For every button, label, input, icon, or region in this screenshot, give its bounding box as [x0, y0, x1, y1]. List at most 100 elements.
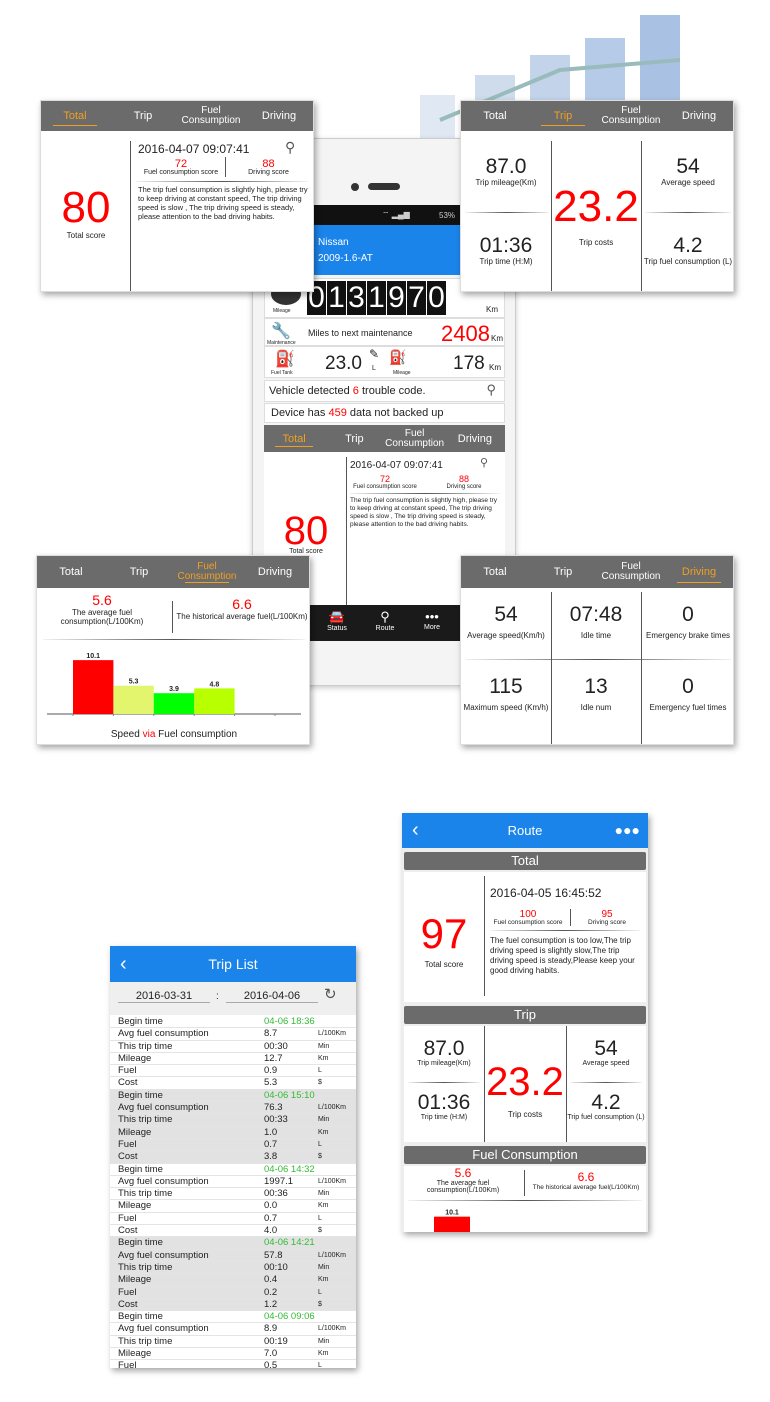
route-pin-icon: ⚲	[380, 609, 390, 624]
trip-list-row[interactable]: This trip time 00:33 Min	[110, 1114, 356, 1127]
tab-total[interactable]: Total	[461, 556, 529, 588]
tab-driving[interactable]: Driving	[241, 556, 309, 588]
trip-list-row[interactable]: This trip time 00:30 Min	[110, 1041, 356, 1053]
trip-list-row[interactable]: Fuel 0.9 L	[110, 1065, 356, 1078]
range-fuel-icon: ⛽	[389, 349, 407, 365]
trip-list-row[interactable]: Fuel 0.7 L	[110, 1213, 356, 1226]
bar	[434, 1216, 470, 1232]
bar-value-label: 10.1	[445, 1210, 459, 1217]
section-trip: Trip	[404, 1006, 646, 1024]
trip-list-row[interactable]: Fuel 0.7 L	[110, 1138, 356, 1152]
wifi-icon: ⌔ ▂▄▆	[382, 210, 410, 219]
trip-list-row[interactable]: Cost 3.8 $	[110, 1151, 356, 1164]
refresh-icon[interactable]: ↻	[324, 985, 337, 1003]
trip-list-row[interactable]: Avg fuel consumption 76.3 L/100Km	[110, 1102, 356, 1115]
backup-row[interactable]: Device has 459 data not backed up	[264, 403, 505, 423]
trip-list-row[interactable]: This trip time 00:19 Min	[110, 1336, 356, 1349]
trip-list-row[interactable]: Mileage 0.4 Km	[110, 1274, 356, 1287]
chart-caption: Speed via Fuel consumption	[110, 729, 238, 740]
tab-trip[interactable]: Trip	[529, 101, 597, 131]
trip-list-row[interactable]: Avg fuel consumption 1997.1 L/100Km	[110, 1176, 356, 1189]
trip-list-row[interactable]: Avg fuel consumption 8.7 L/100Km	[110, 1028, 356, 1041]
tab-driving[interactable]: Driving	[665, 101, 733, 131]
trip-list-row[interactable]: Avg fuel consumption 8.9 L/100Km	[110, 1323, 356, 1336]
tab-fuel-consumption[interactable]: Fuel Consumption	[385, 425, 445, 452]
trip-list-row[interactable]: Begin time 04-06 14:21	[110, 1237, 356, 1250]
search-icon[interactable]: ⚲	[486, 382, 496, 398]
odometer-digit: 3	[347, 281, 366, 315]
more-icon[interactable]: ●●●	[615, 813, 640, 848]
route-total-section: 97 Total score 2016-04-05 16:45:52 100 F…	[404, 872, 646, 1002]
trip-list-row[interactable]: Mileage 0.0 Km	[110, 1200, 356, 1213]
total-score-card: Total Trip Fuel Consumption Driving 80 Tota…	[40, 100, 314, 292]
nav-status[interactable]: 🚘 Status	[313, 605, 361, 641]
speed-fuel-chart: 030609012015010.15.33.94.8	[47, 653, 301, 716]
tab-trip[interactable]: Trip	[324, 425, 384, 452]
bar-value-label: 10.1	[86, 653, 100, 660]
tab-driving[interactable]: Driving	[245, 101, 313, 131]
trip-list-row[interactable]: Mileage 7.0 Km	[110, 1348, 356, 1361]
trip-list-row[interactable]: Cost 4.0 $	[110, 1225, 356, 1238]
trip-list-row[interactable]: Mileage 12.7 Km	[110, 1053, 356, 1066]
odometer-digit: 9	[387, 281, 406, 315]
tab-total[interactable]: Total	[461, 101, 529, 131]
driving-stat: 07:48 Idle time	[569, 603, 623, 641]
odometer-digit: 1	[327, 281, 346, 315]
trip-list-row[interactable]: Fuel 0.2 L	[110, 1286, 356, 1299]
tab-driving[interactable]: Driving	[445, 425, 505, 452]
bar	[73, 660, 114, 714]
total-score: 80	[61, 183, 111, 232]
score-datetime: 2016-04-07 09:07:41	[138, 142, 250, 156]
back-icon[interactable]: ‹	[120, 946, 127, 982]
tab-total[interactable]: Total	[41, 101, 109, 131]
search-icon[interactable]: ⚲	[285, 139, 295, 156]
bar-value-label: 3.9	[169, 686, 179, 693]
trip-list-row[interactable]: Begin time 04-06 18:36	[110, 1016, 356, 1029]
tab-fuel-consumption[interactable]: Fuel Consumption	[597, 101, 665, 131]
trip-list-row[interactable]: This trip time 00:10 Min	[110, 1261, 356, 1275]
nav-route[interactable]: ⚲ Route	[361, 605, 409, 641]
odometer-digit: 1	[367, 281, 386, 315]
odometer-digit: 7	[407, 281, 426, 315]
tab-driving[interactable]: Driving	[665, 556, 733, 588]
trip-list-row[interactable]: Begin time 04-06 15:10	[110, 1089, 356, 1103]
search-icon[interactable]: ⚲	[480, 456, 488, 469]
route-fuel-section: 5.6 The average fuel consumption(L/100Km)…	[404, 1166, 646, 1232]
phone-speaker	[368, 183, 400, 190]
page-title: Trip List	[208, 956, 258, 972]
trip-card: Total Trip Fuel Consumption Driving 87.0 Tri…	[460, 100, 734, 292]
edit-icon[interactable]: ✎	[369, 347, 379, 361]
fuel-pump-icon: ⛽	[275, 351, 295, 368]
trip-list-row[interactable]: Cost 1.2 $	[110, 1298, 356, 1312]
tab-fuel-consumption[interactable]: Fuel Consumption	[173, 556, 241, 588]
maintenance-row[interactable]: 🔧 Maintenance Miles to next maintenance …	[264, 318, 505, 346]
tab-trip[interactable]: Trip	[529, 556, 597, 588]
trip-list-row[interactable]: Fuel 0.5 L	[110, 1360, 356, 1368]
bar	[113, 685, 154, 714]
tab-trip[interactable]: Trip	[105, 556, 173, 588]
date-from-field[interactable]: 2016-03-31	[118, 990, 210, 1003]
section-fuel-consumption: Fuel Consumption	[404, 1146, 646, 1164]
tab-fuel-consumption[interactable]: Fuel Consumption	[597, 556, 665, 588]
trip-list-row[interactable]: Begin time 04-06 09:06	[110, 1311, 356, 1324]
trip-list-row[interactable]: This trip time 00:36 Min	[110, 1188, 356, 1201]
trip-list[interactable]: Begin time 04-06 18:36 Avg fuel consumptio…	[110, 1016, 356, 1368]
driving-stat: 54 Average speed(Km/h)	[467, 603, 545, 641]
trouble-code-row[interactable]: Vehicle detected 6 trouble code. ⚲	[264, 380, 505, 402]
trip-list-row[interactable]: Begin time 04-06 14:32	[110, 1164, 356, 1176]
driving-stat: 13 Idle num	[580, 675, 612, 713]
route-header: ‹ Route ●●●	[402, 813, 648, 848]
trip-list-row[interactable]: Avg fuel consumption 57.8 L/100Km	[110, 1249, 356, 1262]
back-icon[interactable]: ‹	[412, 813, 419, 848]
tab-total[interactable]: Total	[37, 556, 105, 588]
trip-list-row[interactable]: Cost 5.3 $	[110, 1077, 356, 1090]
trip-list-row[interactable]: Mileage 1.0 Km	[110, 1126, 356, 1139]
battery-level: 53%	[439, 211, 456, 220]
date-to-field[interactable]: 2016-04-06	[226, 990, 318, 1003]
tab-fuel-consumption[interactable]: Fuel Consumption	[177, 101, 245, 131]
tab-trip[interactable]: Trip	[109, 101, 177, 131]
nav-more[interactable]: ••• More	[409, 605, 455, 641]
backup-count: 459	[328, 407, 347, 419]
tab-total[interactable]: Total	[264, 425, 324, 452]
more-icon: •••	[425, 609, 439, 624]
